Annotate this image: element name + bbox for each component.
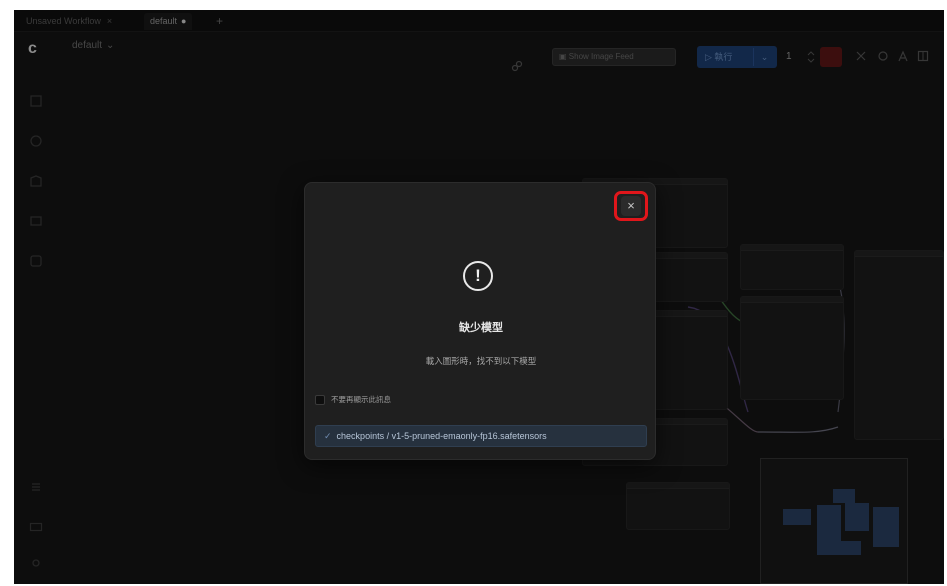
missing-model-item[interactable]: ✓ checkpoints / v1-5-pruned-emaonly-fp16.… (315, 425, 647, 447)
dialog-message: 載入圖形時，找不到以下模型 (425, 357, 537, 367)
missing-models-dialog: × ! 缺少模型 載入圖形時，找不到以下模型 不要再顯示此訊息 ✓ checkpo… (304, 182, 656, 460)
warning-icon: ! (463, 261, 493, 291)
model-path: checkpoints / v1-5-pruned-emaonly-fp16.s… (336, 431, 547, 441)
dialog-title: 缺少模型 (459, 321, 503, 334)
check-icon: ✓ (324, 431, 332, 441)
close-icon[interactable]: × (621, 196, 641, 216)
dont-show-again-label[interactable]: 不要再顯示此訊息 (331, 395, 391, 405)
dont-show-again-checkbox[interactable] (315, 395, 325, 405)
app-window: Unsaved Workflow × default ● + c default ⌄ … (14, 10, 944, 584)
